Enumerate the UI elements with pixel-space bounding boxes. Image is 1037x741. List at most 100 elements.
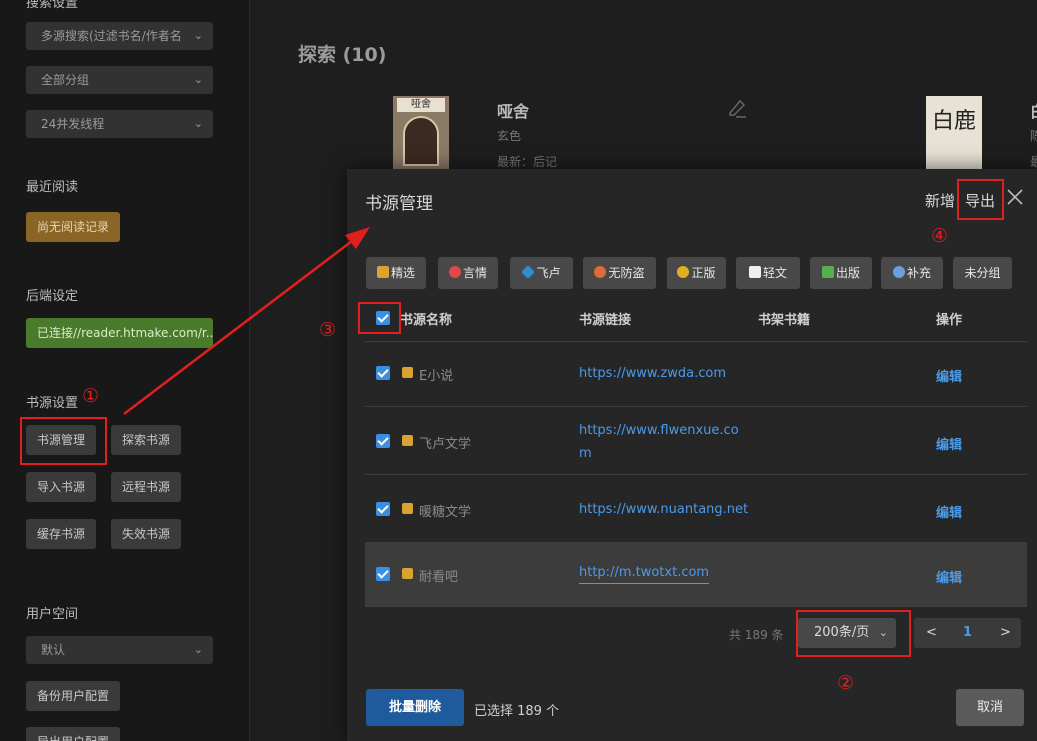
book-cover-yashe[interactable]: 哑舍 [393, 96, 449, 170]
recent-reading-title: 最近阅读 [26, 180, 79, 195]
edit-button[interactable]: 编辑 [936, 567, 962, 586]
books-icon [821, 266, 834, 278]
book-name[interactable]: 白 [1030, 98, 1037, 122]
cache-source-button[interactable]: 缓存书源 [26, 519, 96, 549]
annotation-number-4: ④ [931, 225, 949, 247]
export-user-config-button[interactable]: 导出用户配置 [26, 727, 120, 741]
recent-reading-button[interactable]: 尚无阅读记录 [26, 212, 120, 242]
party-popper-icon [402, 435, 413, 446]
selected-count: 已选择 189 个 [474, 704, 560, 719]
party-popper-icon [402, 367, 413, 378]
source-name: E小说 [419, 369, 454, 384]
import-source-button[interactable]: 导入书源 [26, 472, 96, 502]
dialog-title: 书源管理 [365, 194, 433, 214]
backend-connection-button[interactable]: 已连接//reader.htmake.com/r... [26, 318, 213, 348]
user-select[interactable]: 默认 ⌄ [26, 636, 213, 664]
tag-feilu[interactable]: 飞卢 [510, 257, 573, 289]
tag-wufangdao[interactable]: 无防盗 [583, 257, 656, 289]
tag-chuban[interactable]: 出版 [810, 257, 872, 289]
chevron-down-icon: ⌄ [193, 73, 203, 86]
annotation-box-4 [957, 179, 1004, 220]
row-checkbox[interactable] [376, 567, 390, 581]
remote-source-button[interactable]: 远程书源 [111, 472, 181, 502]
source-link[interactable]: http://m.twotxt.com [579, 563, 710, 584]
source-name: 暖糖文学 [419, 505, 472, 520]
book-latest: 最 [1030, 155, 1037, 169]
edit-button[interactable]: 编辑 [936, 502, 962, 521]
col-source-name: 书源名称 [400, 313, 453, 328]
heart-icon [448, 266, 461, 278]
row-checkbox[interactable] [376, 502, 390, 516]
book-name[interactable]: 哑舍 [497, 98, 529, 122]
col-actions: 操作 [936, 313, 963, 328]
annotation-number-2: ② [837, 672, 855, 694]
col-shelf-books: 书架书籍 [758, 313, 811, 328]
party-popper-icon [402, 568, 413, 579]
book-icon [748, 266, 761, 278]
user-select-value: 默认 [41, 643, 66, 657]
source-name: 飞卢文学 [419, 437, 472, 452]
medal-blue-icon [892, 266, 905, 278]
chevron-down-icon: ⌄ [193, 643, 203, 656]
search-mode-value: 多源搜索(过滤书名/作者名 [41, 29, 182, 43]
row-divider [365, 474, 1027, 475]
annotation-number-1: ① [82, 385, 100, 407]
row-divider [365, 406, 1027, 407]
pagination: < 1 > [914, 618, 1021, 648]
col-source-link: 书源链接 [579, 313, 632, 328]
chevron-down-icon: ⌄ [193, 29, 203, 42]
group-value: 全部分组 [41, 73, 90, 87]
tag-zhengban[interactable]: 正版 [667, 257, 726, 289]
source-manage-dialog: 书源管理 新增 导出 精选 言情 飞卢 无防盗 正版 轻文 出版 补充 未分组 … [347, 169, 1037, 741]
source-settings-title: 书源设置 [26, 396, 79, 411]
row-checkbox[interactable] [376, 366, 390, 380]
tag-qingwen[interactable]: 轻文 [736, 257, 800, 289]
source-link[interactable]: https://www.flwenxue.co m [579, 419, 739, 465]
pager-total: 共 189 条 [729, 628, 784, 642]
edit-pencil-icon[interactable] [726, 97, 748, 119]
cover-title-text: 哑舍 [397, 98, 445, 112]
diamond-icon [521, 265, 536, 279]
annotation-box-3 [358, 302, 401, 334]
explore-source-button[interactable]: 探索书源 [111, 425, 181, 455]
party-popper-icon [402, 503, 413, 514]
next-page-button[interactable]: > [1000, 618, 1011, 648]
cover-art [403, 116, 439, 166]
tag-buchong[interactable]: 补充 [881, 257, 943, 289]
book-cover-bailu[interactable]: 白鹿 [926, 96, 982, 170]
prev-page-button[interactable]: < [926, 618, 937, 648]
threads-select[interactable]: 24并发线程 ⌄ [26, 110, 213, 138]
annotation-box-2 [796, 610, 911, 657]
explore-title: 探索 (10) [298, 44, 387, 66]
source-link[interactable]: https://www.zwda.com [579, 362, 726, 385]
backup-user-config-button[interactable]: 备份用户配置 [26, 681, 120, 711]
tag-jingxuan[interactable]: 精选 [366, 257, 426, 289]
source-name: 耐看吧 [419, 570, 459, 585]
tag-yanqing[interactable]: 言情 [438, 257, 498, 289]
user-space-title: 用户空间 [26, 607, 79, 622]
cancel-button[interactable]: 取消 [956, 689, 1024, 726]
threads-value: 24并发线程 [41, 117, 105, 131]
medal-icon [677, 266, 690, 278]
invalid-source-button[interactable]: 失效书源 [111, 519, 181, 549]
source-link[interactable]: https://www.nuantang.net [579, 498, 748, 521]
backend-settings-title: 后端设定 [26, 289, 79, 304]
book-author: 陈 [1030, 129, 1037, 143]
page-number-button[interactable]: 1 [963, 618, 972, 648]
annotation-number-3: ③ [319, 319, 337, 341]
header-divider [365, 341, 1027, 342]
settings-sidebar: 搜索设置 多源搜索(过滤书名/作者名 ⌄ 全部分组 ⌄ 24并发线程 ⌄ 最近阅… [0, 0, 250, 741]
book-latest: 最新：后记 [497, 155, 558, 169]
group-select[interactable]: 全部分组 ⌄ [26, 66, 213, 94]
cover-title-text: 白鹿 [931, 109, 976, 134]
batch-delete-button[interactable]: 批量删除 [366, 689, 464, 726]
annotation-box-1 [20, 417, 107, 465]
tag-ungrouped[interactable]: 未分组 [953, 257, 1012, 289]
edit-button[interactable]: 编辑 [936, 434, 962, 453]
search-mode-select[interactable]: 多源搜索(过滤书名/作者名 ⌄ [26, 22, 213, 50]
add-source-button[interactable]: 新增 [925, 190, 955, 211]
edit-button[interactable]: 编辑 [936, 366, 962, 385]
close-icon[interactable] [1005, 187, 1025, 207]
chevron-down-icon: ⌄ [193, 117, 203, 130]
row-checkbox[interactable] [376, 434, 390, 448]
